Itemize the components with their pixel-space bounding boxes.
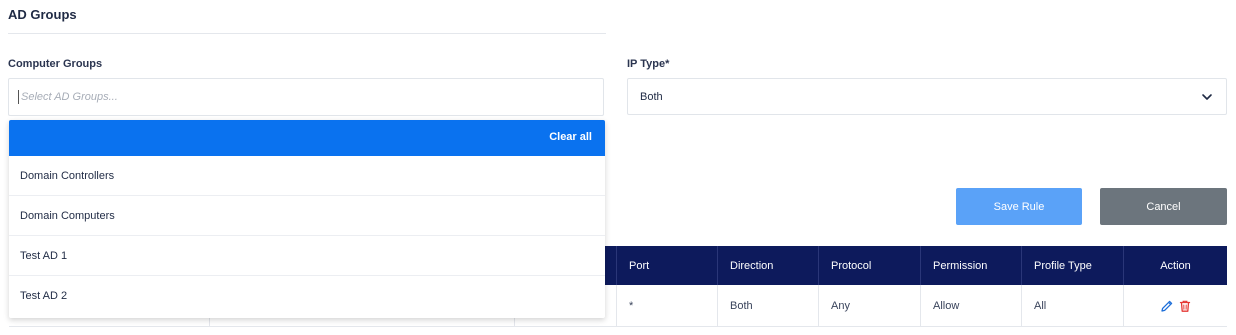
- action-icons: [1160, 299, 1192, 313]
- cancel-button[interactable]: Cancel: [1100, 188, 1227, 225]
- ip-type-label: IP Type*: [627, 58, 670, 70]
- cell-port: *: [617, 285, 718, 326]
- cell-protocol: Any: [819, 285, 921, 326]
- dropdown-option-test-ad-1[interactable]: Test AD 1: [9, 236, 605, 276]
- cell-permission: Allow: [921, 285, 1022, 326]
- section-title: AD Groups: [8, 7, 77, 22]
- cell-direction: Both: [718, 285, 819, 326]
- ad-groups-form: AD Groups Computer Groups Select AD Grou…: [0, 0, 1236, 335]
- dropdown-option-domain-computers[interactable]: Domain Computers: [9, 196, 605, 236]
- header-profile-type: Profile Type: [1022, 246, 1124, 285]
- cell-action: [1124, 285, 1227, 326]
- section-divider: [8, 33, 606, 34]
- dropdown-option-test-ad-2[interactable]: Test AD 2: [9, 276, 605, 316]
- chevron-down-icon: [1202, 94, 1212, 100]
- header-permission: Permission: [921, 246, 1022, 285]
- dropdown-option-domain-controllers[interactable]: Domain Controllers: [9, 156, 605, 196]
- header-direction: Direction: [718, 246, 819, 285]
- header-action: Action: [1160, 259, 1191, 272]
- trash-icon[interactable]: [1178, 299, 1192, 313]
- computer-groups-input[interactable]: Select AD Groups...: [8, 78, 604, 116]
- header-protocol: Protocol: [819, 246, 921, 285]
- ip-type-value: Both: [640, 91, 663, 103]
- dropdown-header: Clear all: [9, 120, 605, 156]
- ip-type-select[interactable]: Both: [627, 78, 1227, 115]
- header-port: Port: [617, 246, 718, 285]
- computer-groups-label: Computer Groups: [8, 58, 103, 70]
- computer-groups-placeholder: Select AD Groups...: [21, 91, 118, 103]
- pencil-icon[interactable]: [1160, 299, 1174, 313]
- text-caret: [18, 90, 19, 104]
- save-rule-button[interactable]: Save Rule: [956, 188, 1082, 225]
- cell-profile-type: All: [1022, 285, 1124, 326]
- computer-groups-dropdown: Clear all Domain Controllers Domain Comp…: [9, 120, 605, 318]
- clear-all-button[interactable]: Clear all: [549, 131, 592, 143]
